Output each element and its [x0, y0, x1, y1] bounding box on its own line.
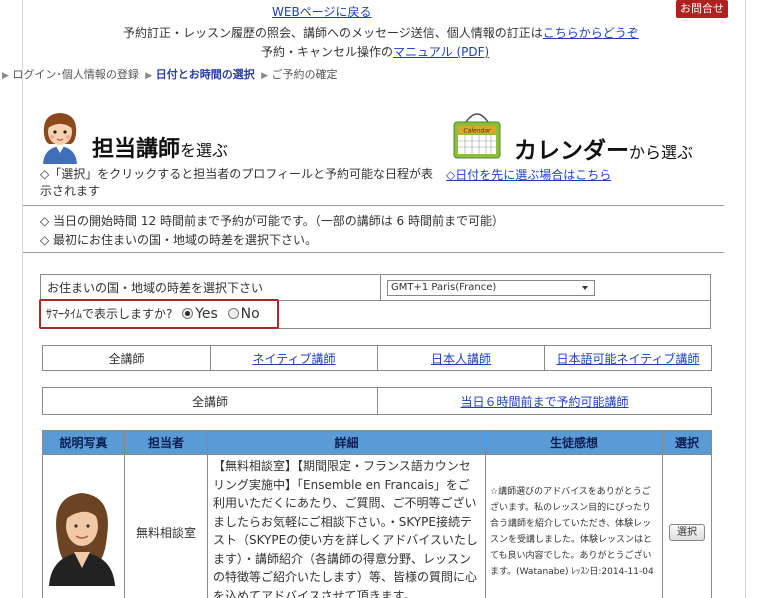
tab-native[interactable]: ネイティブ講師	[210, 345, 378, 371]
dropdown-caret-icon	[582, 286, 588, 290]
calendar-icon: Calendar	[453, 113, 501, 159]
teacher-photo[interactable]	[43, 475, 121, 586]
svg-text:Calendar: Calendar	[464, 128, 492, 135]
account-info-line: 予約訂正・レッスン履歴の照会、講師へのメッセージ送信、個人情報の訂正はこちらから…	[123, 26, 639, 40]
triangle-right-icon: ▶	[2, 71, 9, 81]
right-border	[745, 0, 746, 598]
no-radio[interactable]	[227, 308, 239, 319]
account-link[interactable]: こちらからどうぞ	[543, 26, 639, 40]
availability-filter: 全講師 当日６時間前まで予約可能講師	[42, 387, 712, 415]
table-row: 無料相談室 【無料相談室】【期間限定・フランス語カウンセリング実施中】「Ense…	[42, 454, 712, 598]
column-header: 担当者	[124, 430, 208, 455]
step-date-time: 日付とお時間の選択	[155, 68, 255, 81]
choose-teacher-heading: 担当講師を選ぶ	[92, 137, 229, 162]
step-confirm: ご予約の確定	[271, 68, 338, 81]
yes-label: Yes	[195, 306, 218, 322]
triangle-right-icon: ▶	[258, 71, 269, 81]
choose-calendar-heading: カレンダーから選ぶ	[514, 138, 694, 164]
column-header: 選択	[662, 430, 712, 455]
teacher-name: 無料相談室	[124, 454, 208, 598]
yes-radio[interactable]	[182, 308, 194, 319]
back-to-web-link[interactable]: WEBページに戻る	[272, 3, 371, 20]
student-review: ☆講師選びのアドバイスをありがとうございます。私のレッスン目的にぴったり合う講師…	[485, 454, 663, 598]
triangle-right-icon: ▶	[142, 71, 153, 81]
select-button[interactable]: 選択	[669, 523, 705, 541]
teacher-description: ◇「選択」をクリックすると担当者のプロフィールと予約可能な日程が表示されます	[40, 167, 433, 198]
divider	[23, 205, 724, 206]
manual-pdf-link[interactable]: マニュアル (PDF)	[393, 45, 489, 59]
select-cell: 選択	[662, 454, 712, 598]
contact-button[interactable]: お問合せ	[676, 0, 728, 18]
timezone-select[interactable]: GMT+1 Paris(France)	[387, 280, 595, 296]
teacher-table: 説明写真 担当者 詳細 生徒感想 選択 無料相談室 【無料相談室】【期間限定・フ…	[42, 430, 712, 598]
divider	[23, 252, 724, 253]
tab-japanese[interactable]: 日本人講師	[377, 345, 545, 371]
manual-line: 予約・キャンセル操作のマニュアル (PDF)	[261, 45, 490, 59]
filter-all[interactable]: 全講師	[42, 387, 378, 415]
teacher-photo-cell	[42, 454, 125, 598]
table-header-row: 説明写真 担当者 詳細 生徒感想 選択	[42, 430, 712, 455]
timezone-cell: GMT+1 Paris(France)	[380, 274, 711, 301]
summer-time-option: ｻﾏｰﾀｲﾑで表示しますか? Yes No	[46, 306, 260, 322]
step-login: ログイン･個人情報の登録	[12, 68, 139, 81]
column-header: 詳細	[207, 430, 486, 455]
page: お問合せ WEBページに戻る 予約訂正・レッスン履歴の照会、講師へのメッセージ送…	[0, 0, 762, 598]
teacher-detail: 【無料相談室】【期間限定・フランス語カウンセリング実施中】「Ensemble e…	[207, 454, 486, 598]
teacher-avatar-icon	[43, 113, 77, 164]
no-label: No	[240, 306, 260, 322]
step-breadcrumb: ▶ ログイン･個人情報の登録 ▶ 日付とお時間の選択 ▶ ご予約の確定	[2, 66, 338, 82]
tab-all-teachers[interactable]: 全講師	[42, 345, 211, 371]
teacher-category-tabs: 全講師 ネイティブ講師 日本人講師 日本語可能ネイティブ講師	[42, 345, 712, 371]
timezone-label: お住まいの国・地域の時差を選択下さい	[40, 274, 381, 301]
note-12-hours: ◇ 当日の開始時間 12 時間前まで予約が可能です。（一部の講師は 6 時間前ま…	[40, 214, 505, 228]
left-border	[22, 0, 23, 598]
column-header: 生徒感想	[485, 430, 663, 455]
tab-japanese-capable-native[interactable]: 日本語可能ネイティブ講師	[544, 345, 712, 371]
filter-six-hours[interactable]: 当日６時間前まで予約可能講師	[377, 387, 712, 415]
column-header: 説明写真	[42, 430, 125, 455]
calendar-first-link[interactable]: ◇日付を先に選ぶ場合はこちら	[446, 166, 611, 183]
note-timezone: ◇ 最初にお住まいの国・地域の時差を選択下さい。	[40, 233, 318, 247]
